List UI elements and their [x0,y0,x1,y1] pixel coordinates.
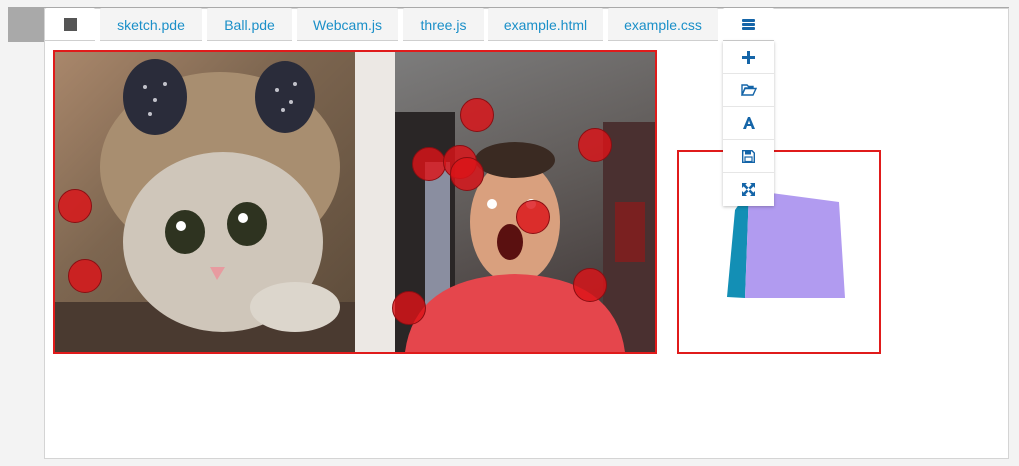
open-file-button[interactable] [723,74,774,107]
menu-dropdown [723,41,774,206]
font-icon [742,117,755,129]
ball [58,189,92,223]
tab-webcam-js[interactable]: Webcam.js [297,8,398,41]
tab-label: three.js [420,16,467,33]
ball [578,128,612,162]
tab-label: Webcam.js [313,16,382,33]
ball [516,200,550,234]
menu-button[interactable] [723,8,774,41]
folder-open-icon [740,84,757,96]
save-button[interactable] [723,140,774,173]
photo-illustration [55,52,655,352]
cube-front-face [745,190,845,298]
floppy-disk-icon [742,149,755,163]
ball [573,268,607,302]
ball [68,259,102,293]
plus-icon [742,50,755,64]
sketch-output-canvas [53,50,657,354]
tab-example-css[interactable]: example.css [608,8,718,41]
rotating-cube [727,190,845,298]
ball [460,98,494,132]
three-preview-canvas [677,150,881,354]
font-button[interactable] [723,107,774,140]
tab-stop[interactable] [45,8,95,41]
ball [450,157,484,191]
tab-label: Ball.pde [224,16,275,33]
new-file-button[interactable] [723,41,774,74]
ball [412,147,446,181]
stop-icon [63,18,77,31]
expand-icon [742,183,755,196]
tab-label: sketch.pde [117,16,185,33]
tab-label: example.html [503,16,588,33]
tab-example-html[interactable]: example.html [488,8,603,41]
tab-sketch-pde[interactable]: sketch.pde [100,8,202,41]
hamburger-menu-icon [742,19,755,30]
fullscreen-button[interactable] [723,173,774,206]
ball [392,291,426,325]
tab-ball-pde[interactable]: Ball.pde [207,8,292,41]
tab-label: example.css [624,16,702,33]
tab-three-js[interactable]: three.js [403,8,484,41]
